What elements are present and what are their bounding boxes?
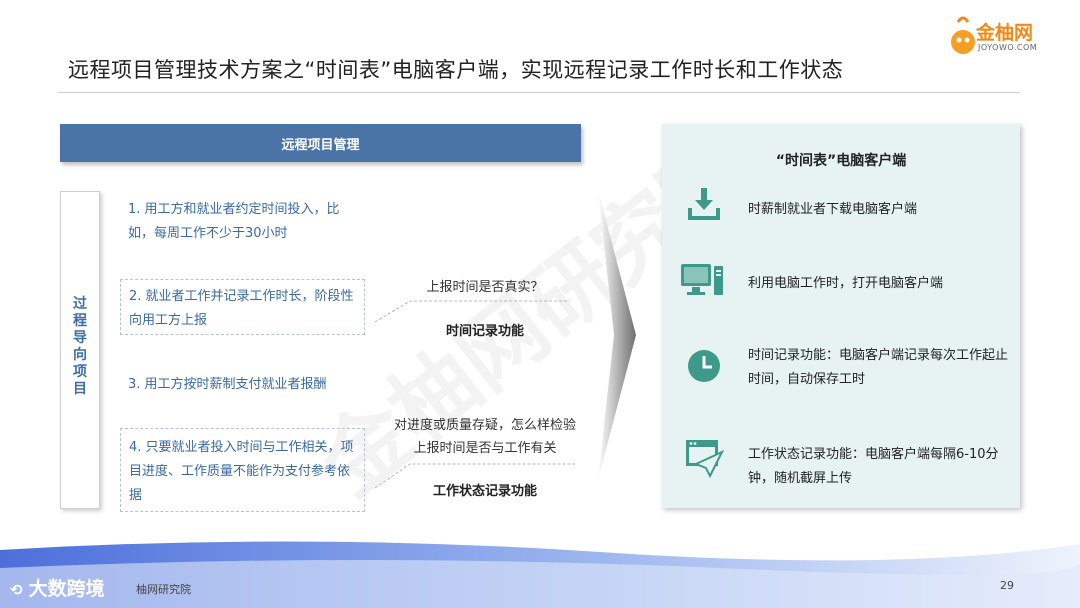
logo-mascot-icon bbox=[951, 16, 975, 54]
process-oriented-label: 过程导向项目 bbox=[61, 296, 99, 398]
footer-wave bbox=[0, 541, 1080, 608]
brand-logo: 金柚网 JOYOWO.COM bbox=[948, 14, 1054, 60]
section-header-remote-project: 远程项目管理 bbox=[60, 124, 581, 162]
panel-item-4: 工作状态记录功能：电脑客户端每隔6-10分钟，随机截屏上传 bbox=[748, 447, 999, 486]
computer-icon bbox=[681, 264, 723, 295]
step-2-box: 2. 就业者工作并记录工作时长，阶段性向用工方上报 bbox=[120, 279, 365, 335]
download-icon bbox=[688, 188, 720, 220]
clock-icon bbox=[688, 350, 720, 382]
step-2: 2. 就业者工作并记录工作时长，阶段性向用工方上报 bbox=[129, 289, 354, 328]
panel-title: “时间表”电脑客户端 bbox=[775, 153, 907, 169]
screenshot-send-icon bbox=[686, 440, 724, 478]
question-time-authentic: 上报时间是否真实？ bbox=[426, 280, 544, 295]
page-number: 29 bbox=[1000, 579, 1014, 592]
page-title: 远程项目管理技术方案之“时间表”电脑客户端，实现远程记录工作时长和工作状态 bbox=[68, 58, 844, 82]
panel-item-3: 时间记录功能：电脑客户端记录每次工作起止时间，自动保存工时 bbox=[748, 348, 1009, 387]
feature-time-record: 时间记录功能 bbox=[445, 324, 524, 339]
footer-source: 柚网研究院 bbox=[136, 583, 191, 596]
step-1: 1. 用工方和就业者约定时间投入，比如，每周工作不少于30小时 bbox=[128, 202, 340, 241]
footer-brand: ⟲ 大数跨境 bbox=[10, 574, 105, 601]
panel-item-2: 利用电脑工作时，打开电脑客户端 bbox=[748, 276, 944, 291]
footer-brand-text: 大数跨境 bbox=[28, 578, 105, 600]
panel-item-1: 时薪制就业者下载电脑客户端 bbox=[748, 202, 918, 217]
step-4-box: 4. 只要就业者投入时间与工作相关，项目进度、工作质量不能作为支付参考依据 bbox=[120, 428, 365, 512]
process-oriented-label-box: 过程导向项目 bbox=[60, 191, 100, 509]
arrow-right-icon bbox=[598, 190, 636, 480]
step-4: 4. 只要就业者投入时间与工作相关，项目进度、工作质量不能作为支付参考依据 bbox=[129, 440, 354, 503]
client-panel: “时间表”电脑客户端 时薪制就业者下载电脑客户端 利用电脑工作时，打开电脑客户端… bbox=[662, 124, 1020, 508]
brand-mark-icon: ⟲ bbox=[10, 581, 23, 599]
vertical-text: 过程导向项目 bbox=[73, 296, 87, 397]
logo-text: 金柚网 bbox=[976, 22, 1034, 44]
feature-work-status-record: 工作状态记录功能 bbox=[432, 484, 537, 499]
question-progress-quality: 对进度或质量存疑，怎么样检验上报时间是否与工作有关 bbox=[393, 418, 576, 456]
title-divider bbox=[58, 92, 1020, 93]
logo-subtext: JOYOWO.COM bbox=[978, 43, 1038, 52]
step-3: 3. 用工方按时薪制支付就业者报酬 bbox=[128, 377, 327, 392]
